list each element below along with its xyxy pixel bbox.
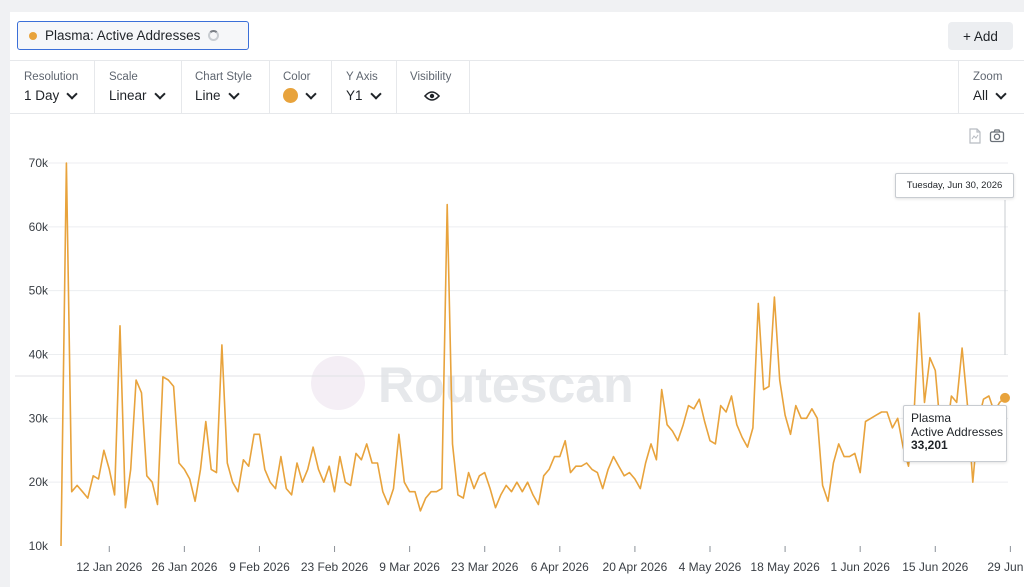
watermark-text: Routescan xyxy=(378,357,634,413)
watermark-logo-icon xyxy=(311,356,365,410)
y-tick-label: 10k xyxy=(29,539,49,553)
x-tick-label: 26 Jan 2026 xyxy=(151,560,217,574)
date-tooltip: Tuesday, Jun 30, 2026 xyxy=(895,173,1014,198)
x-tick-label: 15 Jun 2026 xyxy=(902,560,968,574)
hover-point xyxy=(1000,392,1010,403)
y-tick-label: 50k xyxy=(29,284,49,298)
x-tick-label: 1 Jun 2026 xyxy=(830,560,890,574)
y-tick-label: 30k xyxy=(29,411,49,425)
x-tick-label: 4 May 2026 xyxy=(679,560,742,574)
x-axis: 12 Jan 2026 26 Jan 2026 9 Feb 2026 23 Feb 2… xyxy=(76,546,1024,574)
y-tick-label: 70k xyxy=(29,156,49,170)
tooltip-value: 33,201 xyxy=(911,438,948,452)
x-tick-label: 9 Mar 2026 xyxy=(379,560,440,574)
tooltip-series-line2: Active Addresses xyxy=(911,424,1004,439)
x-tick-label: 6 Apr 2026 xyxy=(531,560,589,574)
x-tick-label: 23 Mar 2026 xyxy=(451,560,519,574)
value-tooltip: Plasma Active Addresses 33,201 xyxy=(903,405,1007,462)
y-tick-label: 60k xyxy=(29,220,49,234)
x-tick-label: 12 Jan 2026 xyxy=(76,560,142,574)
x-tick-label: 29 Jun... xyxy=(987,560,1024,574)
x-tick-label: 18 May 2026 xyxy=(750,560,820,574)
x-tick-label: 9 Feb 2026 xyxy=(229,560,290,574)
watermark: Routescan xyxy=(311,356,634,413)
x-tick-label: 20 Apr 2026 xyxy=(603,560,668,574)
y-tick-label: 20k xyxy=(29,475,49,489)
line-chart: Routescan 10k 20k 30k 40k 50k 60k 70k 12 Jan 2… xyxy=(15,156,1024,574)
y-tick-label: 40k xyxy=(29,348,49,362)
grid-lines xyxy=(40,162,1008,483)
tooltip-series-line1: Plasma xyxy=(911,411,952,425)
y-axis: 10k 20k 30k 40k 50k 60k 70k xyxy=(29,156,49,553)
x-tick-label: 23 Feb 2026 xyxy=(301,560,369,574)
